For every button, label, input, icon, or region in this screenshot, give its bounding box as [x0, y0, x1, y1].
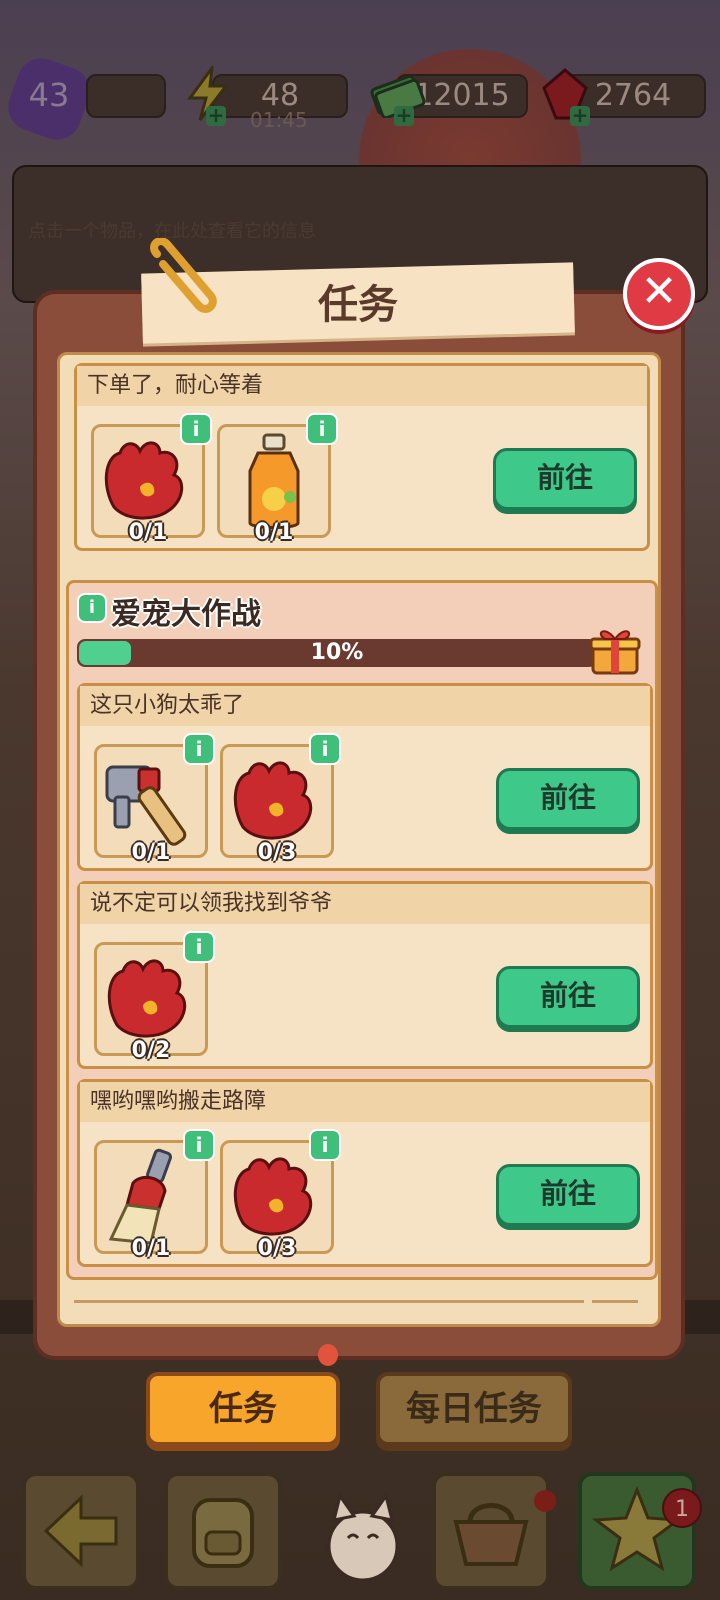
- shop-basket-button[interactable]: [432, 1472, 550, 1590]
- item-count: 0/1: [254, 520, 294, 545]
- task-item-slot[interactable]: i 0/1: [91, 413, 212, 545]
- item-info-icon[interactable]: i: [309, 1129, 341, 1161]
- task-item-slot[interactable]: i 0/1: [217, 413, 338, 545]
- task-panel: 下单了，耐心等着 i 0/1 i 0/1 前往 i 爱宠大作战 10% 这只小狗…: [33, 290, 685, 1360]
- task-count-badge: 1: [662, 1488, 702, 1528]
- event-progress-bar: 10%: [77, 639, 597, 667]
- basket-icon: [453, 1503, 529, 1566]
- tab-notification-dot: [318, 1344, 338, 1366]
- add-energy-icon[interactable]: +: [206, 105, 226, 126]
- energy-timer: 01:45: [250, 108, 308, 132]
- item-count: 0/3: [257, 1236, 297, 1261]
- close-icon: ✕: [640, 266, 678, 317]
- task-title: 下单了，耐心等着: [77, 366, 647, 406]
- item-count: 0/1: [131, 840, 171, 865]
- item-info-icon[interactable]: i: [183, 1129, 215, 1161]
- task-title: 嘿哟嘿哟搬走路障: [80, 1082, 650, 1122]
- event-progress-label: 10%: [310, 640, 364, 665]
- task-item-slot[interactable]: i 0/3: [220, 1129, 341, 1261]
- item-count: 0/1: [128, 520, 168, 545]
- item-info-icon[interactable]: i: [183, 733, 215, 765]
- task-item-slot[interactable]: i 0/3: [220, 733, 341, 865]
- item-count: 0/1: [131, 1236, 171, 1261]
- cash-value: 12015: [414, 78, 510, 113]
- resource-bar: 43 48 + 01:45 12015 + 2764 +: [0, 51, 720, 147]
- task-card: 下单了，耐心等着 i 0/1 i 0/1 前往: [74, 363, 650, 551]
- task-title: 这只小狗太乖了: [80, 686, 650, 726]
- item-info-icon[interactable]: i: [306, 413, 338, 445]
- go-button[interactable]: 前往: [496, 768, 640, 830]
- add-gem-icon[interactable]: +: [570, 105, 590, 126]
- lucky-cat-icon[interactable]: [318, 1476, 408, 1586]
- gift-box-icon[interactable]: [587, 621, 643, 677]
- event-task-card: 说不定可以领我找到爷爷 i 0/2 前往: [77, 881, 653, 1069]
- shop-notification-dot: [534, 1490, 556, 1512]
- go-button[interactable]: 前往: [493, 448, 637, 510]
- back-arrow-icon: [43, 1494, 118, 1568]
- level-value: 43: [28, 76, 70, 114]
- backpack-button[interactable]: [164, 1472, 282, 1590]
- go-button[interactable]: 前往: [496, 966, 640, 1028]
- task-list[interactable]: 下单了，耐心等着 i 0/1 i 0/1 前往 i 爱宠大作战 10% 这只小狗…: [57, 352, 661, 1327]
- item-count: 0/3: [257, 840, 297, 865]
- item-info-icon[interactable]: i: [309, 733, 341, 765]
- scroll-track: [74, 1300, 584, 1303]
- back-button[interactable]: [22, 1472, 140, 1590]
- go-button[interactable]: 前往: [496, 1164, 640, 1226]
- tab-tasks[interactable]: 任务: [146, 1372, 340, 1446]
- task-item-slot[interactable]: i 0/1: [94, 733, 215, 865]
- item-info-icon[interactable]: i: [183, 931, 215, 963]
- xp-bar: [86, 74, 166, 118]
- task-title: 说不定可以领我找到爷爷: [80, 884, 650, 924]
- tab-daily-tasks[interactable]: 每日任务: [376, 1372, 572, 1446]
- item-info-icon[interactable]: i: [180, 413, 212, 445]
- gem-value: 2764: [594, 78, 672, 113]
- task-item-slot[interactable]: i 0/2: [94, 931, 215, 1063]
- event-section: i 爱宠大作战 10% 这只小狗太乖了 i 0/1 i 0/3 前往 说不定可以…: [66, 580, 658, 1280]
- backpack-icon: [192, 1498, 254, 1568]
- event-info-icon[interactable]: i: [77, 593, 107, 623]
- paperclip-icon: [150, 238, 217, 313]
- event-title: 爱宠大作战: [111, 597, 261, 632]
- event-task-card: 这只小狗太乖了 i 0/1 i 0/3 前往: [77, 683, 653, 871]
- event-task-card: 嘿哟嘿哟搬走路障 i 0/1 i 0/3 前往: [77, 1079, 653, 1267]
- item-count: 0/2: [131, 1038, 171, 1063]
- scroll-thumb[interactable]: [592, 1300, 638, 1303]
- task-item-slot[interactable]: i 0/1: [94, 1129, 215, 1261]
- add-cash-icon[interactable]: +: [394, 105, 414, 126]
- close-button[interactable]: ✕: [623, 258, 695, 330]
